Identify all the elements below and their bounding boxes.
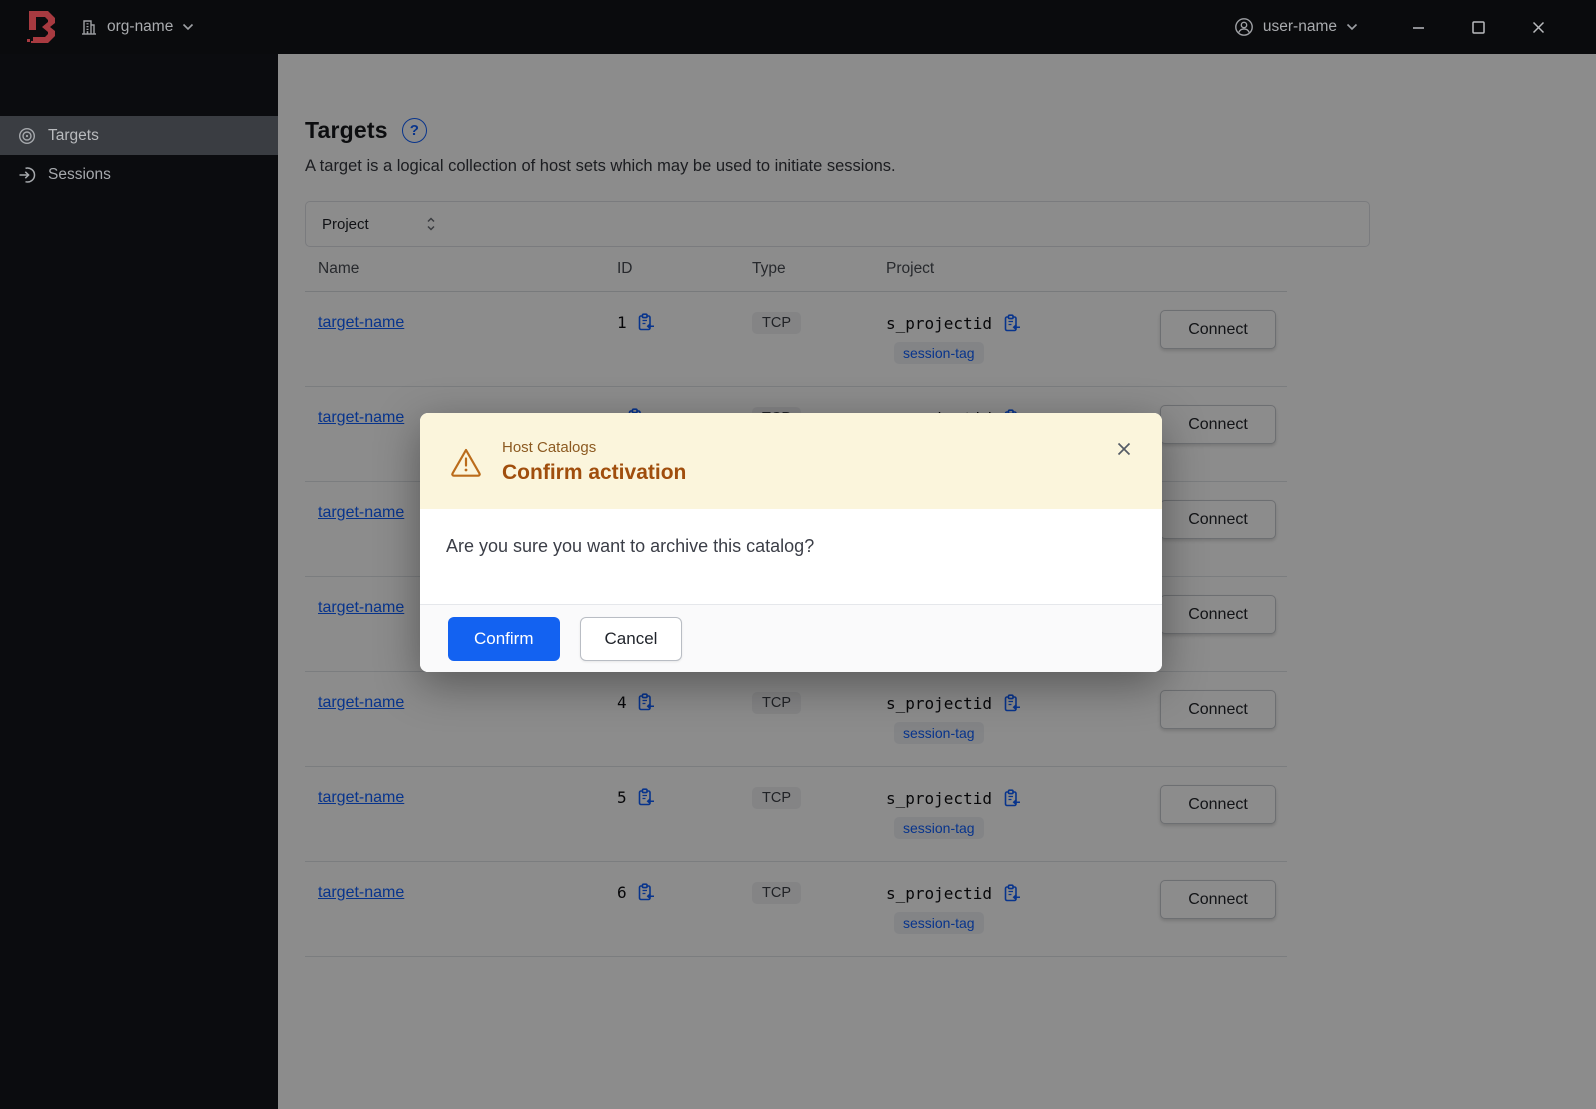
dialog-footer: Confirm Cancel [420, 604, 1162, 672]
boundary-logo-icon [27, 11, 55, 43]
sidebar: Targets Sessions [0, 54, 278, 1109]
close-window-icon [1532, 21, 1544, 33]
sidebar-item-label: Sessions [48, 165, 111, 183]
dialog-tagline: Host Catalogs [502, 439, 597, 456]
warning-triangle-icon [451, 448, 481, 477]
chevron-down-icon [1346, 23, 1358, 31]
confirm-dialog: Host Catalogs Confirm activation Are you… [420, 413, 1162, 672]
sidebar-item-sessions[interactable]: Sessions [0, 155, 278, 194]
dialog-body: Are you sure you want to archive this ca… [420, 509, 1162, 604]
confirm-button[interactable]: Confirm [448, 617, 560, 661]
org-menu-button[interactable]: org-name [80, 18, 194, 36]
org-name-label: org-name [107, 18, 174, 35]
close-window-button[interactable] [1508, 0, 1568, 54]
dialog-message: Are you sure you want to archive this ca… [446, 536, 815, 556]
titlebar: org-name user-name [0, 0, 1596, 54]
dialog-header: Host Catalogs Confirm activation [420, 413, 1162, 509]
user-name-label: user-name [1262, 18, 1337, 35]
window-controls [1388, 0, 1568, 54]
maximize-icon [1471, 20, 1485, 34]
close-icon [1117, 442, 1131, 456]
cancel-button[interactable]: Cancel [579, 617, 683, 661]
maximize-button[interactable] [1448, 0, 1508, 54]
building-icon [82, 20, 96, 35]
sidebar-item-targets[interactable]: Targets [0, 116, 278, 155]
minimize-icon [1412, 26, 1424, 29]
dialog-title: Confirm activation [502, 461, 687, 484]
entry-icon [19, 166, 36, 183]
target-icon [18, 127, 36, 144]
chevron-down-icon [183, 23, 194, 31]
minimize-button[interactable] [1388, 0, 1448, 54]
sidebar-item-label: Targets [48, 126, 99, 144]
user-icon [1235, 18, 1253, 36]
user-menu-button[interactable]: user-name [1234, 17, 1358, 37]
dialog-close-button[interactable] [1112, 437, 1136, 461]
app-window: org-name user-name Targets Sessions Targ… [0, 0, 1596, 1109]
